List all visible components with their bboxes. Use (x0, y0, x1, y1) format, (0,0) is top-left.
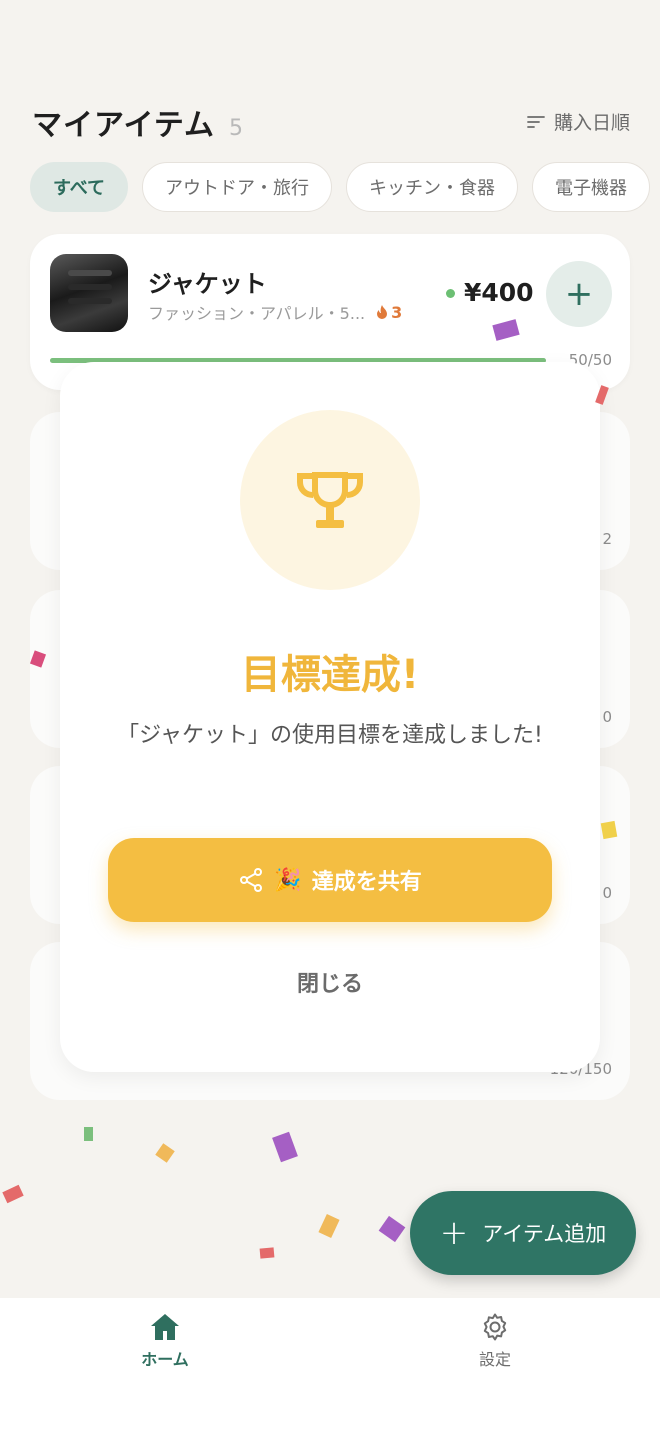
dialog-message: 「ジャケット」の使用目標を達成しました! (117, 723, 543, 748)
fire-icon (377, 305, 388, 319)
home-icon (151, 1314, 179, 1340)
page-header: マイアイテム 5 (32, 100, 243, 144)
share-icon (240, 868, 263, 892)
item-thumbnail (50, 254, 128, 332)
confetti-piece (318, 1213, 340, 1239)
share-label: 達成を共有 (311, 870, 422, 895)
item-price: ¥400 (464, 278, 534, 307)
filter-chip-outdoor[interactable]: アウトドア・旅行 (142, 162, 333, 212)
item-count: 5 (229, 116, 243, 141)
progress-label: 0 (602, 884, 612, 902)
log-use-button[interactable]: + (546, 261, 612, 327)
nav-home-label: ホーム (141, 1350, 189, 1369)
confetti-piece (272, 1131, 298, 1163)
sort-button[interactable]: 購入日順 (526, 108, 630, 135)
dialog-title: 目標達成! (240, 652, 420, 698)
close-button[interactable]: 閉じる (60, 966, 600, 998)
item-category: ファッション・アパレル・5... (148, 304, 366, 323)
streak-badge: 3 (375, 303, 402, 322)
page-title: マイアイテム (32, 108, 215, 143)
item-name: ジャケット (148, 270, 267, 298)
item-meta: ファッション・アパレル・5... 3 (148, 300, 402, 324)
party-icon: 🎉 (274, 867, 302, 893)
filter-chip-electronics[interactable]: 電子機器 (532, 162, 651, 212)
confetti-piece (259, 1247, 275, 1259)
trophy-badge (240, 410, 420, 590)
confetti-piece (378, 1215, 406, 1243)
filter-chips: すべて アウトドア・旅行 キッチン・食器 電子機器 (30, 162, 651, 212)
trophy-icon (297, 472, 363, 528)
confetti-piece (84, 1127, 93, 1141)
streak-count: 3 (391, 302, 403, 322)
share-achievement-button[interactable]: 🎉 達成を共有 (108, 838, 552, 922)
nav-settings-label: 設定 (478, 1350, 511, 1369)
confetti-piece (600, 820, 618, 840)
filter-chip-kitchen[interactable]: キッチン・食器 (346, 162, 519, 212)
nav-settings[interactable]: 設定 (435, 1312, 555, 1370)
plus-icon: + (439, 1213, 469, 1253)
sort-label: 購入日順 (553, 112, 630, 134)
sort-icon (527, 115, 545, 128)
nav-home[interactable]: ホーム (105, 1312, 225, 1370)
plus-icon: + (564, 274, 594, 314)
confetti-piece (155, 1143, 175, 1163)
gear-icon (483, 1313, 507, 1341)
filter-chip-all[interactable]: すべて (30, 162, 129, 212)
progress-label: 0 (602, 708, 612, 726)
add-item-button[interactable]: + アイテム追加 (410, 1191, 636, 1275)
progress-label: 2 (602, 530, 612, 548)
add-item-label: アイテム追加 (482, 1222, 607, 1246)
bottom-navigation: ホーム 設定 (0, 1298, 660, 1434)
goal-achieved-dialog: 目標達成! 「ジャケット」の使用目標を達成しました! 🎉 達成を共有 閉じる (60, 362, 600, 1072)
confetti-piece (2, 1184, 24, 1204)
status-dot (446, 289, 455, 298)
